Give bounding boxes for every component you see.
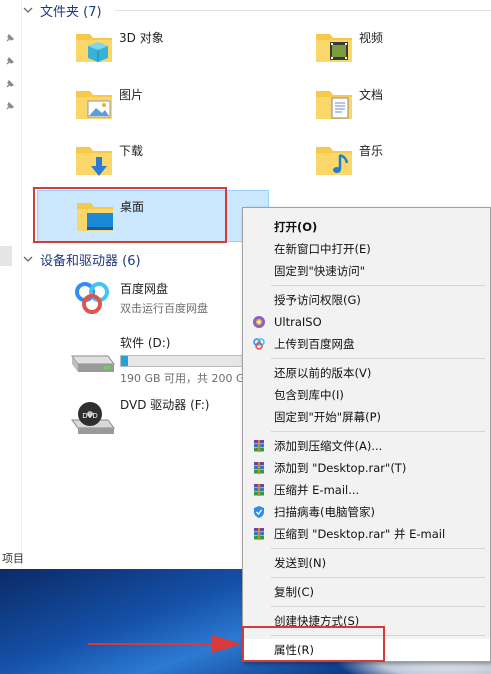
menu-separator [271,358,485,359]
chevron-down-icon [23,256,33,262]
menu-separator [271,285,485,286]
dvd-drive-icon: DVD [68,396,118,440]
folder-name: 文档 [359,88,384,102]
folders-section-title: 文件夹 (7) [40,4,102,20]
context-menu-item[interactable]: UltraISO [243,311,490,333]
context-menu-item-label: 添加到 "Desktop.rar"(T) [274,461,407,475]
winrar-icon [252,461,266,475]
folders-section-header[interactable]: 文件夹 (7) [22,0,102,20]
music-folder-icon [312,135,358,183]
context-menu-item-label: 扫描病毒(电脑管家) [274,505,375,519]
section-divider [115,10,491,11]
context-menu-item[interactable]: 扫描病毒(电脑管家) [243,501,490,523]
folder-tile-videos[interactable]: 视频 [312,22,482,70]
menu-separator [271,548,485,549]
winrar-icon [252,527,266,541]
context-menu-item-label: 添加到压缩文件(A)... [274,439,383,453]
folder-tile-documents[interactable]: 文档 [312,79,482,127]
context-menu-item-label: 上传到百度网盘 [274,337,355,351]
context-menu-item-label: 在新窗口中打开(E) [274,242,371,256]
context-menu-item-label: 压缩到 "Desktop.rar" 并 E-mail [274,527,446,541]
context-menu-item-label: 复制(C) [274,585,315,599]
context-menu-item[interactable]: 压缩到 "Desktop.rar" 并 E-mail [243,523,490,545]
folder-name: 图片 [119,88,144,102]
status-bar: 项目 [2,552,24,565]
context-menu: 打开(O) 在新窗口中打开(E) 固定到"快速访问" 授予访问权限(G) UltraIS… [242,207,491,662]
context-menu-item-label: 打开(O) [274,220,318,234]
device-name: DVD 驱动器 (F:) [120,398,210,412]
folder-tile-music[interactable]: 音乐 [312,135,482,183]
context-menu-item[interactable]: 固定到"快速访问" [243,260,490,282]
context-menu-item[interactable]: 发送到(N) [243,552,490,574]
nav-selected-item[interactable] [0,246,12,266]
context-menu-item[interactable]: 包含到库中(I) [243,384,490,406]
hard-drive-icon [68,334,118,378]
pin-icon[interactable] [4,100,16,112]
menu-separator [271,431,485,432]
device-detail: 双击运行百度网盘 [120,302,208,315]
drive-usage-fill [121,356,128,366]
chevron-down-icon [23,7,33,13]
pictures-folder-icon [72,79,118,127]
properties-highlight-box [242,626,385,662]
baidu-netdisk-icon [68,280,118,324]
devices-section-title: 设备和驱动器 (6) [40,253,141,269]
context-menu-item-label: 还原以前的版本(V) [274,366,372,380]
folder-name: 视频 [359,31,384,45]
context-menu-item[interactable]: 授予访问权限(G) [243,289,490,311]
navigation-pane [0,0,22,568]
device-baidu-netdisk[interactable]: 百度网盘 双击运行百度网盘 [68,280,208,324]
ultraiso-icon [252,315,266,329]
tencent-shield-icon [252,505,266,519]
documents-folder-icon [312,79,358,127]
winrar-icon [252,439,266,453]
svg-text:DVD: DVD [82,412,97,420]
device-name: 软件 (D:) [120,336,171,350]
pin-icon[interactable] [4,78,16,90]
context-menu-item[interactable]: 在新窗口中打开(E) [243,238,490,260]
context-menu-item-label: 包含到库中(I) [274,388,344,402]
folder-name: 下载 [119,144,144,158]
device-dvd-drive[interactable]: DVD DVD 驱动器 (F:) [68,396,210,440]
folder-tile-downloads[interactable]: 下载 [72,135,252,183]
menu-separator [271,606,485,607]
context-menu-item[interactable]: 打开(O) [243,216,490,238]
context-menu-item[interactable]: 添加到 "Desktop.rar"(T) [243,457,490,479]
context-menu-item-label: 固定到"开始"屏幕(P) [274,410,381,424]
context-menu-item[interactable]: 压缩并 E-mail... [243,479,490,501]
context-menu-item[interactable]: 固定到"开始"屏幕(P) [243,406,490,428]
folder-tile-pictures[interactable]: 图片 [72,79,252,127]
videos-folder-icon [312,22,358,70]
downloads-folder-icon [72,135,118,183]
context-menu-item-label: 压缩并 E-mail... [274,483,360,497]
context-menu-item[interactable]: 添加到压缩文件(A)... [243,435,490,457]
baidu-upload-icon [252,337,266,351]
pin-icon[interactable] [4,32,16,44]
menu-separator [271,577,485,578]
context-menu-item[interactable]: 上传到百度网盘 [243,333,490,355]
context-menu-item[interactable]: 复制(C) [243,581,490,603]
folder-name: 音乐 [359,144,384,158]
desktop-highlight-box [33,187,227,243]
device-drive-d[interactable]: 软件 (D:) 190 GB 可用，共 200 G [68,334,256,386]
context-menu-item-label: 固定到"快速访问" [274,264,366,278]
red-arrow-annotation [88,635,242,653]
device-name: 百度网盘 [120,282,169,296]
context-menu-item-label: UltraISO [274,315,322,329]
drive-usage-bar [120,355,256,367]
context-menu-item-label: 授予访问权限(G) [274,293,361,307]
3d-objects-folder-icon [72,22,118,70]
folder-tile-3d-objects[interactable]: 3D 对象 [72,22,252,70]
pin-icon[interactable] [4,55,16,67]
devices-section-header[interactable]: 设备和驱动器 (6) [22,249,141,269]
folder-name: 3D 对象 [119,31,164,45]
context-menu-item[interactable]: 还原以前的版本(V) [243,362,490,384]
context-menu-item-label: 发送到(N) [274,556,327,570]
device-detail: 190 GB 可用，共 200 G [120,372,245,385]
winrar-icon [252,483,266,497]
